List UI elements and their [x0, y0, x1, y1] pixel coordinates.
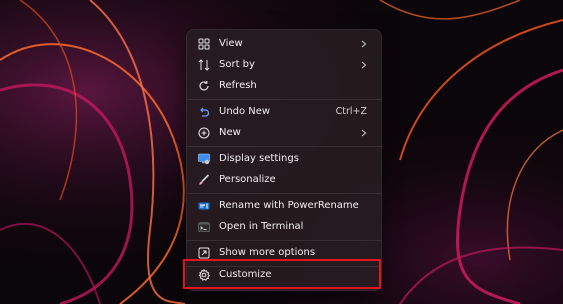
menu-divider	[187, 240, 381, 241]
chevron-right-icon	[361, 61, 367, 69]
undo-icon	[197, 105, 211, 119]
menu-item-label: Undo New	[219, 106, 271, 117]
sort-icon	[197, 58, 211, 72]
menu-item-label: Sort by	[219, 59, 255, 70]
menu-item-label: View	[219, 38, 243, 49]
menu-item-label: Refresh	[219, 80, 257, 91]
menu-item-refresh[interactable]: Refresh	[191, 75, 377, 96]
refresh-icon	[197, 79, 211, 93]
menu-item-undo-new[interactable]: Undo New Ctrl+Z	[191, 101, 377, 122]
menu-item-label: Display settings	[219, 153, 299, 164]
menu-item-label: Show more options	[219, 247, 316, 258]
menu-divider	[187, 99, 381, 100]
display-settings-icon	[197, 152, 211, 166]
menu-item-label: Open in Terminal	[219, 221, 304, 232]
view-grid-icon	[197, 37, 211, 51]
terminal-icon	[197, 220, 211, 234]
menu-item-new[interactable]: New	[191, 122, 377, 143]
new-plus-icon	[197, 126, 211, 140]
powerrename-icon	[197, 199, 211, 213]
menu-item-display-settings[interactable]: Display settings	[191, 148, 377, 169]
keyboard-shortcut: Ctrl+Z	[335, 106, 367, 117]
personalize-brush-icon	[197, 173, 211, 187]
chevron-right-icon	[361, 40, 367, 48]
menu-divider	[187, 193, 381, 194]
menu-item-label: Personalize	[219, 174, 276, 185]
show-more-options-icon	[197, 246, 211, 260]
chevron-right-icon	[361, 129, 367, 137]
menu-divider	[187, 146, 381, 147]
menu-item-sort-by[interactable]: Sort by	[191, 54, 377, 75]
desktop-context-menu: View Sort by Refresh Undo New Ctrl+Z New	[186, 29, 382, 291]
customize-highlight-box	[183, 259, 381, 289]
menu-item-view[interactable]: View	[191, 33, 377, 54]
menu-item-personalize[interactable]: Personalize	[191, 169, 377, 190]
menu-item-label: New	[219, 127, 241, 138]
menu-item-rename-powerrename[interactable]: Rename with PowerRename	[191, 195, 377, 216]
menu-item-open-terminal[interactable]: Open in Terminal	[191, 216, 377, 237]
menu-item-label: Rename with PowerRename	[219, 200, 359, 211]
